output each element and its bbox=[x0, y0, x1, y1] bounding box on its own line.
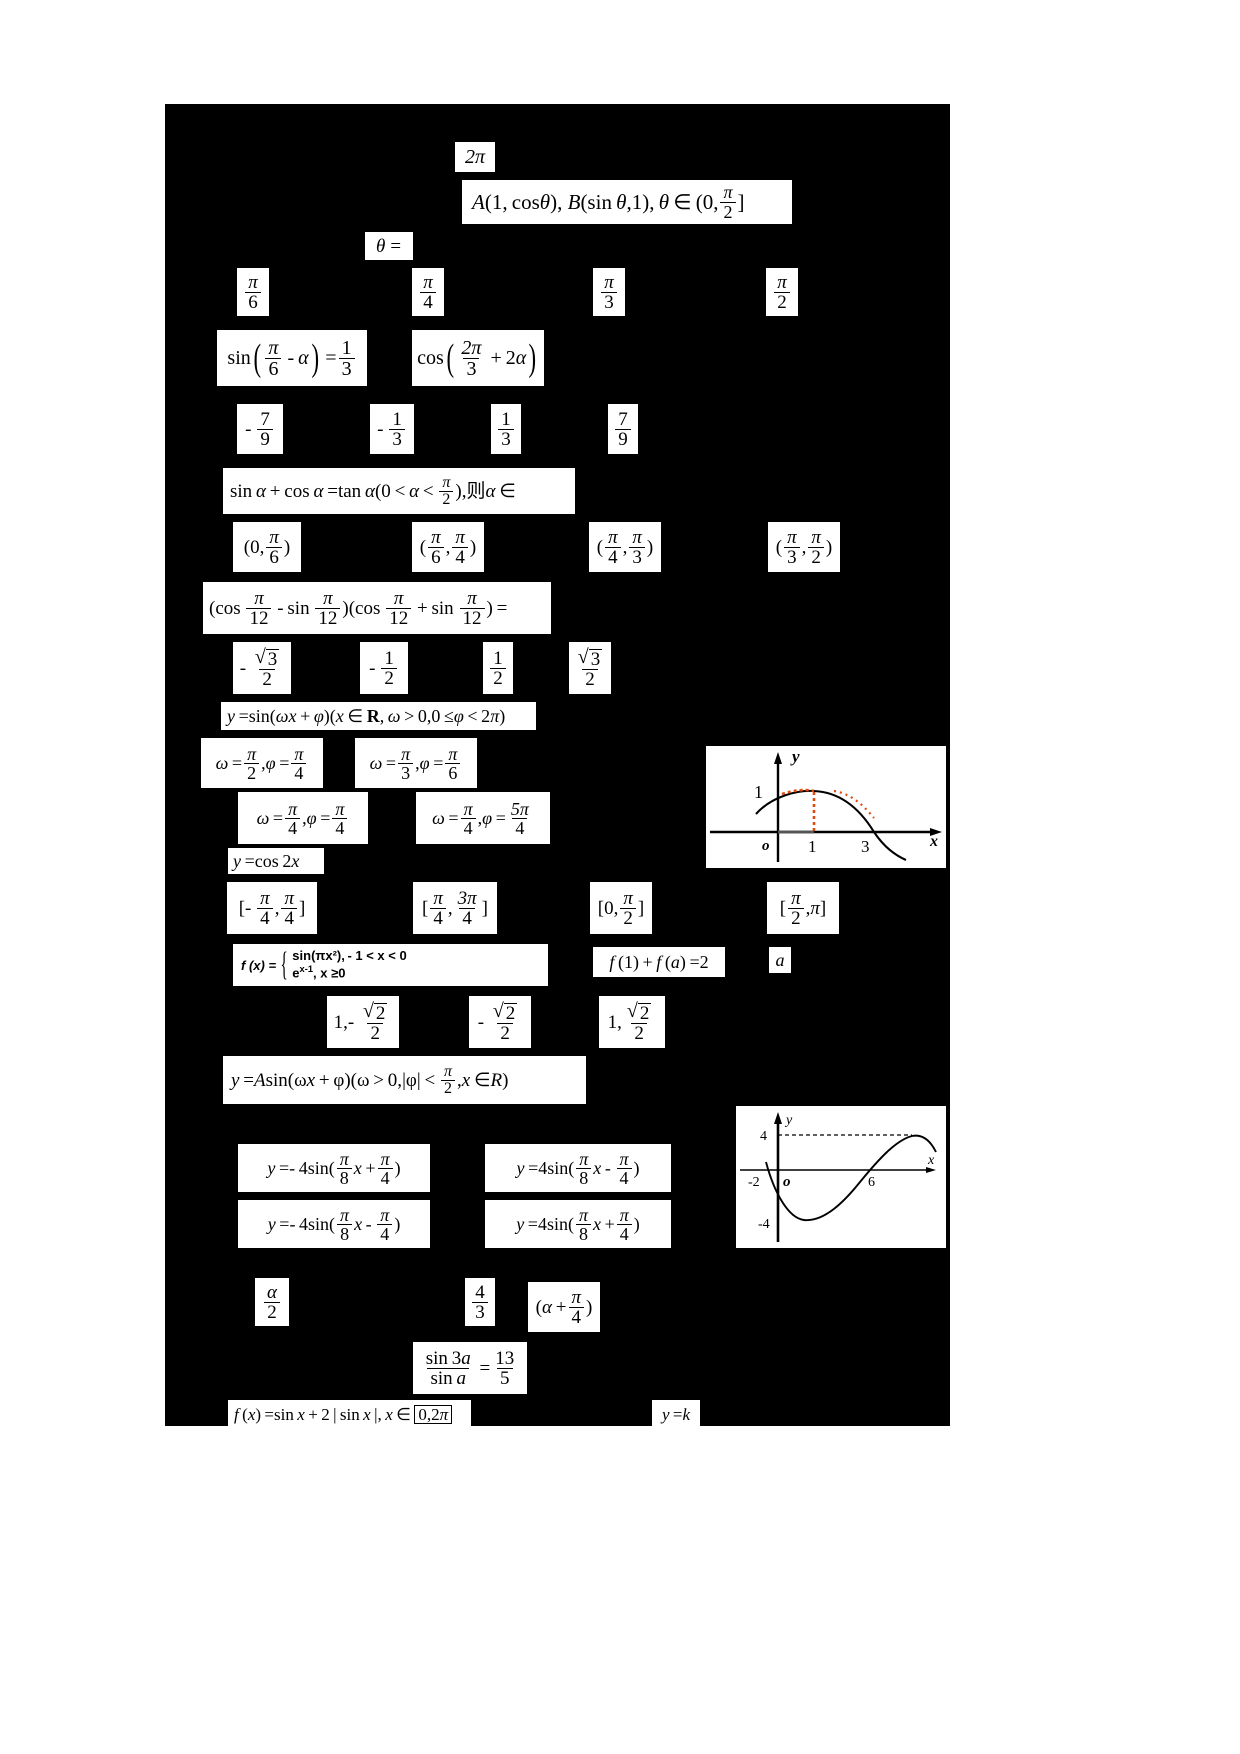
graph2-ytick-neg4: -4 bbox=[758, 1217, 770, 1232]
option-q4-c: 12 bbox=[483, 642, 513, 694]
option-q3-b: (π 6 , π 4) bbox=[412, 522, 484, 572]
option-q4-d: √ 3 2 bbox=[569, 642, 611, 694]
formula-q7-condition: f (1) + f (a) =2 bbox=[593, 947, 725, 977]
formula-q6-stem: y =cos 2x bbox=[228, 848, 324, 874]
option-q3-c: (π 4 , π 3) bbox=[589, 522, 661, 572]
option-q1-b: π4 bbox=[412, 268, 444, 316]
graph1-xtick-3: 3 bbox=[861, 837, 870, 856]
option-q7-a: 1,- √ 2 2 bbox=[327, 996, 399, 1048]
graph-cosine-svg: y x o 1 1 3 bbox=[706, 746, 946, 868]
graph-sine-wave: y x o 4 -4 -2 6 bbox=[736, 1106, 946, 1248]
option-q1-d: π2 bbox=[766, 268, 798, 316]
graph2-origin-label: o bbox=[783, 1174, 791, 1190]
formula-q7-piecewise: f (x) = { sin(πx²), - 1 < x < 0 ex-1, x … bbox=[233, 944, 548, 986]
option-q1-c: π3 bbox=[593, 268, 625, 316]
option-q7-b: - √ 2 2 bbox=[469, 996, 531, 1048]
formula-two-pi: 2π bbox=[455, 142, 495, 172]
graph2-xtick-neg2: -2 bbox=[748, 1175, 760, 1190]
option-q7-c: 1, √ 2 2 bbox=[599, 996, 665, 1048]
option-q2-c: 13 bbox=[491, 404, 521, 454]
formula-q7-variable: a bbox=[769, 947, 791, 973]
option-q8-b: y =4sin(π 8 x - π 4) bbox=[485, 1144, 671, 1192]
formula-q9-alpha-plus: (α + π 4) bbox=[528, 1282, 600, 1332]
formula-q5-stem: y =sin(ωx + φ)(x ∈ R, ω > 0,0 ≤ φ < 2 π) bbox=[221, 702, 536, 730]
formula-theta-equals: θ = bbox=[365, 232, 413, 260]
graph2-xtick-6: 6 bbox=[868, 1175, 875, 1190]
formula-q11-stem: f (x) =sin x + 2 | sin x |, x ∈ 0,2π bbox=[228, 1400, 471, 1428]
graph1-xtick-1: 1 bbox=[808, 837, 817, 856]
graph-cosine-arc: y x o 1 1 3 bbox=[706, 746, 946, 868]
option-q1-a: π6 bbox=[237, 268, 269, 316]
formula-q10-stem: sin 3a sin a = 13 5 bbox=[413, 1342, 527, 1394]
option-q5-c: ω = π 4 ,φ = π 4 bbox=[238, 792, 368, 844]
graph1-origin-label: o bbox=[762, 838, 770, 854]
black-canvas: 2π A (1, cos θ), B (sin θ ,1), θ ∈ (0, π2 ] … bbox=[165, 104, 950, 1428]
option-q3-d: (π 3 , π 2) bbox=[768, 522, 840, 572]
option-q4-a: - √ 3 2 bbox=[233, 642, 291, 694]
option-q5-b: ω = π 3 ,φ = π 6 bbox=[355, 738, 477, 788]
formula-q2-right: cos( 2π 3 + 2 α) bbox=[412, 330, 544, 386]
graph2-ytick-4: 4 bbox=[760, 1129, 767, 1144]
formula-q4-stem: (cos π 12 - sin π 12 )(cos π 12 + sin π 12 )… bbox=[203, 582, 551, 634]
formula-q8-stem: y = Asin(ω x + φ)(ω > 0, |φ| < π2 ,x ∈ R) bbox=[223, 1056, 586, 1104]
option-q8-c: y =- 4sin(π 8 x - π 4) bbox=[238, 1200, 430, 1248]
formula-q3-stem: sin α + cos α =tan α (0 < α < π2 ),则 α ∈ bbox=[223, 468, 575, 514]
option-q6-b: [π 4 , 3π 4] bbox=[413, 882, 497, 934]
option-q3-a: (0, π 6) bbox=[233, 522, 301, 572]
option-q6-a: [- π4 , π 4] bbox=[227, 882, 317, 934]
option-q2-b: - 13 bbox=[370, 404, 414, 454]
option-q5-d: ω = π 4 ,φ = 5π 4 bbox=[416, 792, 550, 844]
option-q2-d: 79 bbox=[608, 404, 638, 454]
worksheet-page: 2π A (1, cos θ), B (sin θ ,1), θ ∈ (0, π2 ] … bbox=[0, 0, 1240, 1754]
formula-q11-right: y = k bbox=[652, 1400, 700, 1428]
option-q6-d: [π 2 , π] bbox=[767, 882, 839, 934]
formula-q9-alpha-half: α2 bbox=[255, 1278, 289, 1326]
graph1-y-label: y bbox=[790, 747, 800, 766]
formula-points-line: A (1, cos θ), B (sin θ ,1), θ ∈ (0, π2 ] bbox=[462, 180, 792, 224]
graph2-y-label: y bbox=[784, 1113, 793, 1128]
option-q2-a: - 79 bbox=[237, 404, 283, 454]
graph-sine-svg: y x o 4 -4 -2 6 bbox=[736, 1106, 946, 1248]
formula-q9-four-thirds: 43 bbox=[465, 1278, 495, 1326]
graph2-x-label: x bbox=[927, 1153, 935, 1168]
option-q4-b: - 12 bbox=[360, 642, 408, 694]
formula-q2-left: sin( π6 - α) = 13 bbox=[217, 330, 367, 386]
option-q5-a: ω = π 2 ,φ = π 4 bbox=[201, 738, 323, 788]
option-q6-c: [0, π 2] bbox=[590, 882, 652, 934]
graph1-ytick-1: 1 bbox=[754, 782, 763, 802]
graph1-x-label: x bbox=[929, 833, 938, 850]
option-q8-a: y =- 4sin(π 8 x + π 4) bbox=[238, 1144, 430, 1192]
option-q8-d: y =4sin(π 8 x + π 4) bbox=[485, 1200, 671, 1248]
